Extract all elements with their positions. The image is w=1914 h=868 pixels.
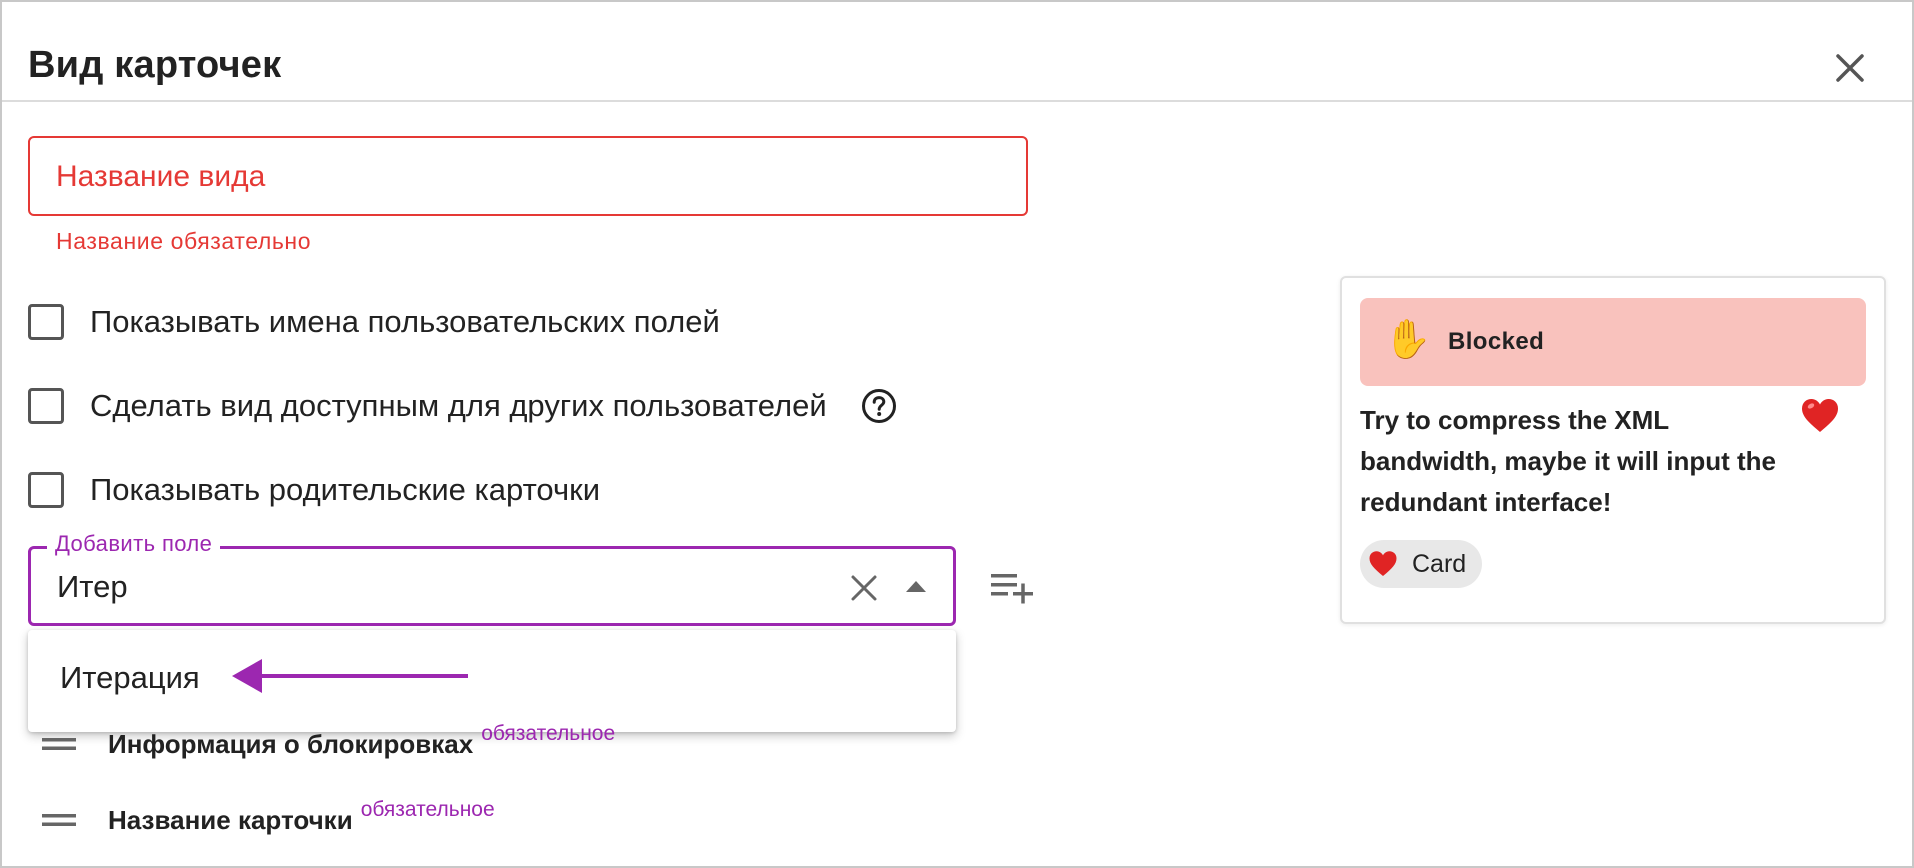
dialog-header: Вид карточек [2, 2, 1912, 102]
heart-icon [1369, 551, 1397, 576]
option-label: Показывать родительские карточки [90, 472, 601, 507]
view-name-placeholder: Название вида [56, 160, 266, 193]
card-title-text: Try to compress the XML bandwidth, maybe… [1360, 405, 1776, 517]
option-label: Сделать вид доступным для других пользов… [90, 388, 827, 423]
option-label: Показывать имена пользовательских полей [90, 304, 720, 339]
clear-icon[interactable] [849, 573, 879, 603]
add-field-autocomplete[interactable]: Добавить поле Итер [28, 531, 956, 626]
option-share-view[interactable]: Сделать вид доступным для других пользов… [28, 386, 897, 426]
checkbox[interactable] [28, 304, 64, 340]
option-show-parent-cards[interactable]: Показывать родительские карточки [28, 470, 600, 510]
card-type-chip: Card [1360, 540, 1483, 588]
field-required-label: обязательное [481, 722, 616, 745]
field-row-blocking-info[interactable]: Информация о блокировках обязательное [42, 722, 616, 764]
field-row-card-title[interactable]: Название карточки обязательное [42, 798, 495, 840]
field-required-label: обязательное [360, 798, 495, 821]
view-name-error: Название обязательно [56, 228, 312, 254]
option-show-custom-field-names[interactable]: Показывать имена пользовательских полей [28, 302, 720, 342]
checkbox[interactable] [28, 472, 64, 508]
add-field-legend: Добавить поле [47, 531, 221, 557]
dropdown-option-iteration[interactable]: Итерация [60, 660, 200, 696]
drag-handle-icon[interactable] [42, 737, 76, 751]
view-name-input[interactable]: Название вида [28, 136, 1028, 216]
card-view-dialog: Вид карточек Название вида Название обяз… [0, 0, 1914, 868]
playlist-add-icon[interactable] [990, 570, 1034, 604]
drag-handle-icon[interactable] [42, 813, 76, 827]
chip-label: Card [1412, 549, 1467, 578]
add-field-input[interactable]: Итер [57, 569, 128, 605]
field-name: Информация о блокировках [108, 728, 474, 759]
help-circle-icon[interactable] [861, 388, 897, 424]
raised-hand-icon: ✋ [1384, 319, 1432, 361]
dialog-title: Вид карточек [28, 44, 282, 86]
arrow-left-annotation [232, 659, 468, 693]
heart-icon [1802, 399, 1838, 432]
blocked-label: Blocked [1448, 328, 1545, 355]
blocked-banner: ✋ Blocked [1360, 298, 1866, 386]
checkbox[interactable] [28, 388, 64, 424]
close-icon[interactable] [1830, 48, 1870, 88]
arrow-up-icon[interactable] [905, 579, 927, 593]
autocomplete-dropdown: Итерация [28, 630, 956, 732]
card-preview: ✋ Blocked Try to compress the XML bandwi… [1340, 276, 1886, 624]
field-name: Название карточки [108, 804, 353, 835]
